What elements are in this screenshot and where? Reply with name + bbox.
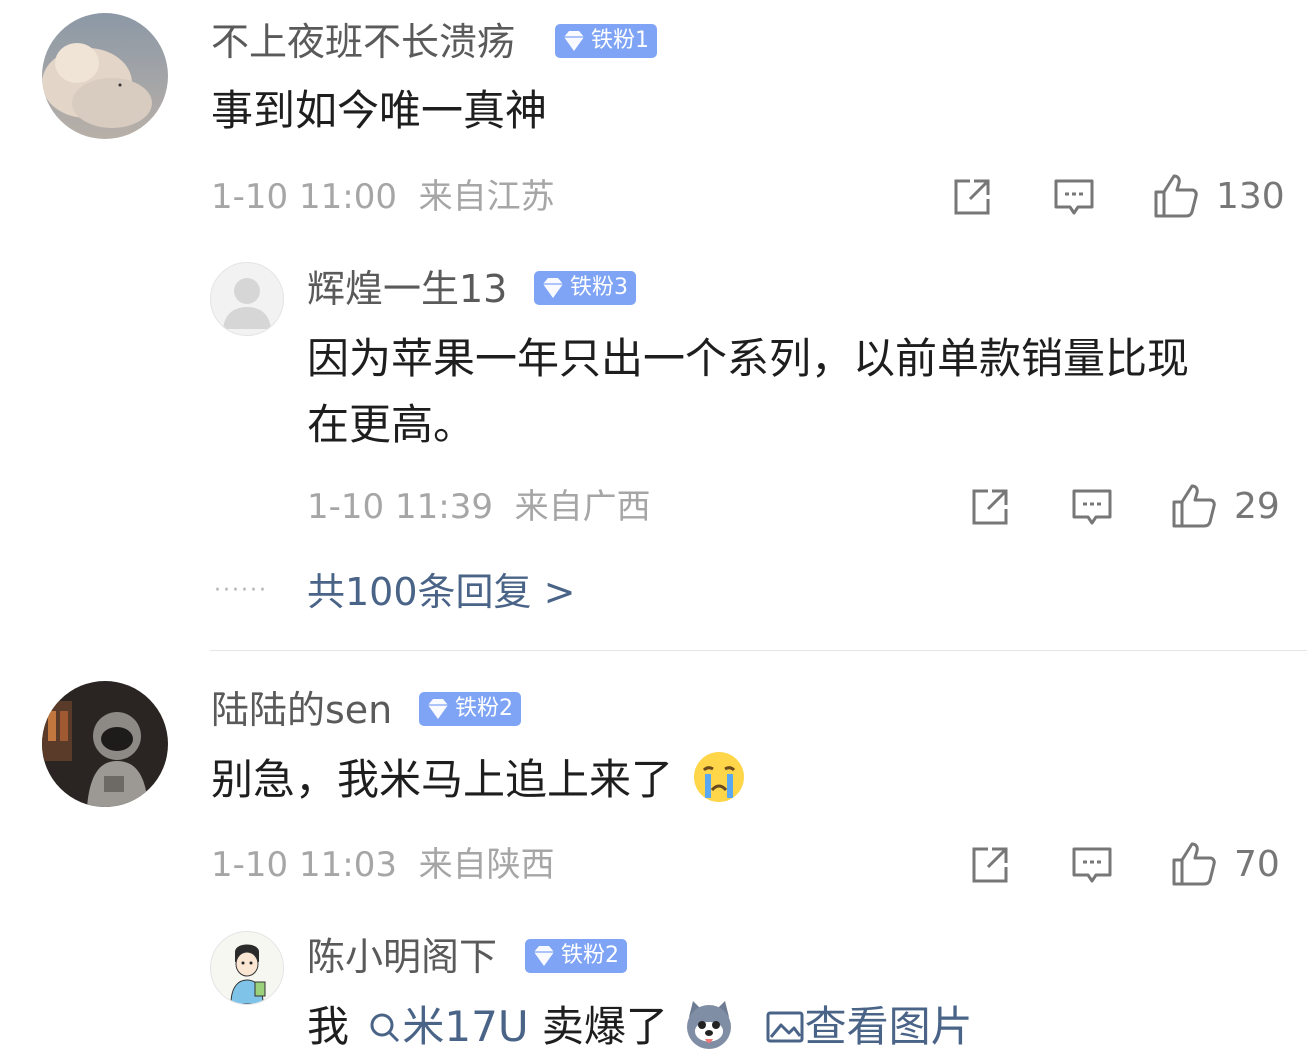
share-icon[interactable]: [968, 843, 1012, 887]
comment-time: 1-10 11:39 来自广西: [307, 490, 651, 524]
comment-text: 事到如今唯一真神: [211, 86, 548, 135]
fan-badge: 铁粉3: [534, 271, 636, 305]
share-icon[interactable]: [950, 175, 994, 219]
username[interactable]: 陈小明阁下: [307, 938, 497, 976]
fan-badge: 铁粉2: [419, 692, 521, 726]
badge-label: 铁粉3: [570, 275, 628, 300]
comment-text: 别急，我米马上追上来了: [211, 747, 746, 813]
username[interactable]: 辉煌一生13: [307, 270, 507, 308]
timestamp: 1-10 11:03: [211, 845, 397, 885]
diamond-icon: [534, 946, 554, 966]
username[interactable]: 不上夜班不长溃疡: [211, 23, 515, 61]
divider: [210, 650, 1307, 651]
location: 来自广西: [514, 487, 651, 527]
badge-label: 铁粉1: [591, 28, 649, 53]
diamond-icon: [428, 699, 448, 719]
comment-text-line2: 在更高。: [307, 400, 476, 449]
diamond-icon: [543, 278, 563, 298]
image-icon[interactable]: [765, 1009, 805, 1045]
username[interactable]: 陆陆的sen: [211, 691, 392, 729]
location: 来自江苏: [418, 177, 555, 217]
comment-icon[interactable]: [1070, 485, 1114, 529]
share-icon[interactable]: [968, 485, 1012, 529]
comment-text-suffix: 卖爆了: [541, 1002, 668, 1051]
comment-time: 1-10 11:00 来自江苏: [211, 180, 555, 214]
comment-text: 我 米17U 卖爆了 查看图片: [307, 994, 973, 1060]
avatar[interactable]: [210, 262, 284, 336]
search-icon: [370, 1013, 400, 1043]
like-count: 130: [1216, 176, 1285, 217]
comment-icon[interactable]: [1070, 843, 1114, 887]
diamond-icon: [564, 31, 584, 51]
view-image-link[interactable]: 查看图片: [805, 1002, 973, 1051]
badge-label: 铁粉2: [455, 696, 513, 721]
thumbs-up-icon[interactable]: [1170, 482, 1218, 530]
crying-emoji-icon: [694, 752, 745, 802]
husky-emoji-icon: [687, 1001, 732, 1049]
dots-separator: ······: [214, 578, 268, 603]
more-replies-link[interactable]: 共100条回复 >: [307, 573, 575, 611]
avatar[interactable]: [210, 931, 284, 1005]
comment-time: 1-10 11:03 来自陕西: [211, 848, 555, 882]
fan-badge: 铁粉1: [555, 24, 657, 58]
topic-link[interactable]: 米17U: [402, 1002, 528, 1051]
badge-label: 铁粉2: [561, 943, 619, 968]
timestamp: 1-10 11:00: [211, 177, 397, 217]
timestamp: 1-10 11:39: [307, 487, 493, 527]
comment-text-content: 别急，我米马上追上来了: [211, 755, 674, 804]
location: 来自陕西: [418, 845, 555, 885]
comment-text-prefix: 我: [307, 1002, 350, 1051]
default-avatar-icon: [223, 278, 271, 329]
avatar[interactable]: [42, 13, 168, 139]
comment-icon[interactable]: [1052, 175, 1096, 219]
thumbs-up-icon[interactable]: [1152, 172, 1200, 220]
like-count: 70: [1234, 844, 1280, 885]
fan-badge: 铁粉2: [525, 939, 627, 973]
like-count: 29: [1234, 486, 1280, 527]
thumbs-up-icon[interactable]: [1170, 840, 1218, 888]
avatar[interactable]: [42, 681, 168, 807]
comment-text: 因为苹果一年只出一个系列，以前单款销量比现: [307, 334, 1190, 383]
